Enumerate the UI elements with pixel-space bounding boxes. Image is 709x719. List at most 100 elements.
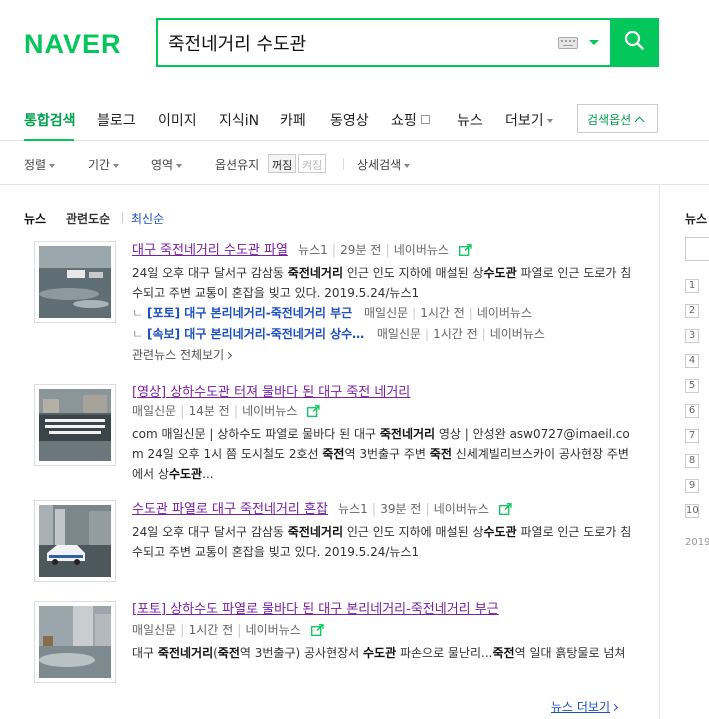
news-thumbnail[interactable]	[34, 241, 116, 323]
filter-detail[interactable]: 상세검색	[357, 156, 411, 173]
flooded-street-image	[39, 246, 111, 318]
sort-latest[interactable]: 최신순	[131, 210, 164, 227]
search-options-button[interactable]: 검색옵션	[577, 104, 658, 133]
news-thumbnail[interactable]	[34, 500, 116, 582]
tab-shopping[interactable]: 쇼핑	[391, 110, 430, 130]
tab-more-label: 더보기	[505, 113, 544, 129]
tab-news[interactable]: 뉴스	[457, 110, 483, 130]
meta-separator: |	[385, 243, 390, 258]
filter-sort[interactable]: 정렬	[24, 156, 56, 173]
news-thumbnail[interactable]	[34, 384, 116, 466]
naver-logo[interactable]: NAVER	[24, 29, 122, 60]
rank-badge: 8	[685, 454, 699, 468]
tab-integrated[interactable]: 통합검색	[24, 110, 76, 130]
shopping-window-icon	[420, 115, 430, 124]
news-portal-link[interactable]: 네이버뉴스	[477, 306, 532, 320]
rank-badge: 3	[685, 329, 699, 343]
search-tabs: 통합검색 블로그 이미지 지식iN 카페 동영상 쇼핑 뉴스 더보기 검색옵션	[0, 96, 709, 141]
related-news-all-label: 관련뉴스 전체보기	[132, 348, 225, 362]
video-thumbnail-image	[39, 389, 111, 461]
meta-separator: |	[331, 243, 337, 258]
keyboard-icon[interactable]	[558, 37, 578, 49]
news-press[interactable]: 매일신문	[132, 404, 176, 418]
news-press[interactable]: 매일신문	[132, 623, 176, 637]
news-time: 39분 전	[380, 502, 422, 516]
news-heading: 뉴스	[24, 212, 47, 226]
meta-separator: |	[180, 404, 185, 419]
related-news-title[interactable]: [포토] 대구 본리네거리-죽전네거리 부근	[147, 303, 352, 324]
news-portal-link[interactable]: 네이버뉴스	[434, 502, 489, 516]
share-icon[interactable]	[310, 624, 324, 636]
news-portal-link[interactable]: 네이버뉴스	[490, 327, 545, 341]
meta-separator: |	[425, 502, 430, 517]
news-press[interactable]: 뉴스1	[298, 243, 328, 257]
news-press[interactable]: 매일신문	[364, 306, 408, 320]
meta-separator: |	[371, 502, 377, 517]
keep-option-on[interactable]: 켜짐	[298, 154, 327, 173]
news-title-link[interactable]: 수도관 파열로 대구 죽전네거리 혼잡	[132, 502, 328, 517]
filter-area-label: 영역	[151, 158, 174, 172]
rank-badge: 6	[685, 404, 699, 418]
sort-relevance[interactable]: 관련도순	[66, 210, 110, 227]
related-news-all-link[interactable]: 관련뉴스 전체보기	[132, 346, 632, 363]
meta-separator: |	[233, 404, 239, 419]
divider	[122, 212, 123, 223]
meta-separator: |	[237, 623, 242, 638]
search-box[interactable]	[156, 18, 612, 67]
tab-kin[interactable]: 지식iN	[219, 110, 259, 130]
news-time: 29분 전	[340, 243, 382, 257]
filter-period[interactable]: 기간	[88, 156, 120, 173]
search-input[interactable]	[168, 28, 548, 58]
tab-more[interactable]: 더보기	[505, 110, 553, 130]
share-icon[interactable]	[499, 503, 512, 515]
news-time: 1시간 전	[188, 623, 234, 637]
news-portal-link[interactable]: 네이버뉴스	[246, 623, 301, 637]
meta-separator: |	[481, 327, 486, 341]
side-date: 2019	[685, 537, 709, 548]
more-news-label: 뉴스 더보기	[551, 700, 611, 714]
news-title-link[interactable]: [영상] 상하수도관 터져 물바다 된 대구 죽전 네거리	[132, 385, 410, 400]
keep-option-off[interactable]: 꺼짐	[268, 154, 297, 173]
tab-video[interactable]: 동영상	[330, 110, 369, 130]
news-description: com 매일신문 | 상하수도 파열로 물바다 된 대구 죽전네거리 영상 | …	[132, 427, 630, 481]
tab-cafe[interactable]: 카페	[280, 110, 306, 130]
news-time: 14분 전	[188, 404, 230, 418]
filter-period-label: 기간	[88, 158, 111, 172]
more-news-link[interactable]: 뉴스 더보기	[551, 698, 619, 715]
share-icon[interactable]	[459, 244, 472, 256]
news-portal-link[interactable]: 네이버뉴스	[394, 243, 449, 257]
news-portal-link[interactable]: 네이버뉴스	[242, 404, 297, 418]
chevron-up-icon	[634, 116, 645, 127]
tab-image[interactable]: 이미지	[158, 110, 197, 130]
news-description: 24일 오후 대구 달서구 감삼동 죽전네거리 인근 인도 지하에 매설된 상수…	[132, 525, 632, 559]
related-news-title[interactable]: [속보] 대구 본리네거리-죽전네거리 상수도관	[147, 324, 365, 345]
side-select[interactable]	[685, 237, 709, 261]
caret-down-icon	[404, 163, 411, 168]
caret-down-icon	[49, 163, 56, 168]
news-press[interactable]: 매일신문	[377, 327, 421, 341]
search-button[interactable]	[610, 18, 659, 67]
autocomplete-toggle-icon[interactable]	[589, 40, 599, 45]
news-description: 24일 오후 대구 달서구 감삼동 죽전네거리 인근 인도 지하에 매설된 상수…	[132, 266, 632, 300]
search-icon	[624, 30, 644, 50]
filter-area[interactable]: 영역	[151, 156, 183, 173]
news-time: 1시간 전	[433, 327, 478, 341]
share-icon[interactable]	[307, 405, 321, 417]
chevron-right-icon	[225, 351, 233, 360]
news-thumbnail[interactable]	[34, 601, 116, 683]
tab-blog[interactable]: 블로그	[97, 110, 136, 130]
police-car-image	[39, 505, 111, 577]
branch-icon: ㄴ	[132, 306, 144, 320]
keep-option-label: 옵션유지	[215, 158, 260, 172]
rank-badge: 7	[685, 429, 699, 443]
related-news-item: ㄴ [포토] 대구 본리네거리-죽전네거리 부근 매일신문 | 1시간 전 | 네이버뉴스	[132, 303, 632, 324]
news-title-link[interactable]: 대구 죽전네거리 수도관 파열	[132, 243, 288, 258]
news-time: 1시간 전	[420, 306, 465, 320]
branch-icon: ㄴ	[132, 327, 144, 341]
header: NAVER	[0, 0, 709, 96]
news-press[interactable]: 뉴스1	[338, 502, 368, 516]
side-news-heading: 뉴스	[685, 212, 708, 226]
news-title-link[interactable]: [포토] 상하수도 파열로 물바다 된 대구 본리네거리-죽전네거리 부근	[132, 602, 499, 617]
meta-separator: |	[425, 327, 430, 341]
rank-badge: 4	[685, 354, 699, 368]
